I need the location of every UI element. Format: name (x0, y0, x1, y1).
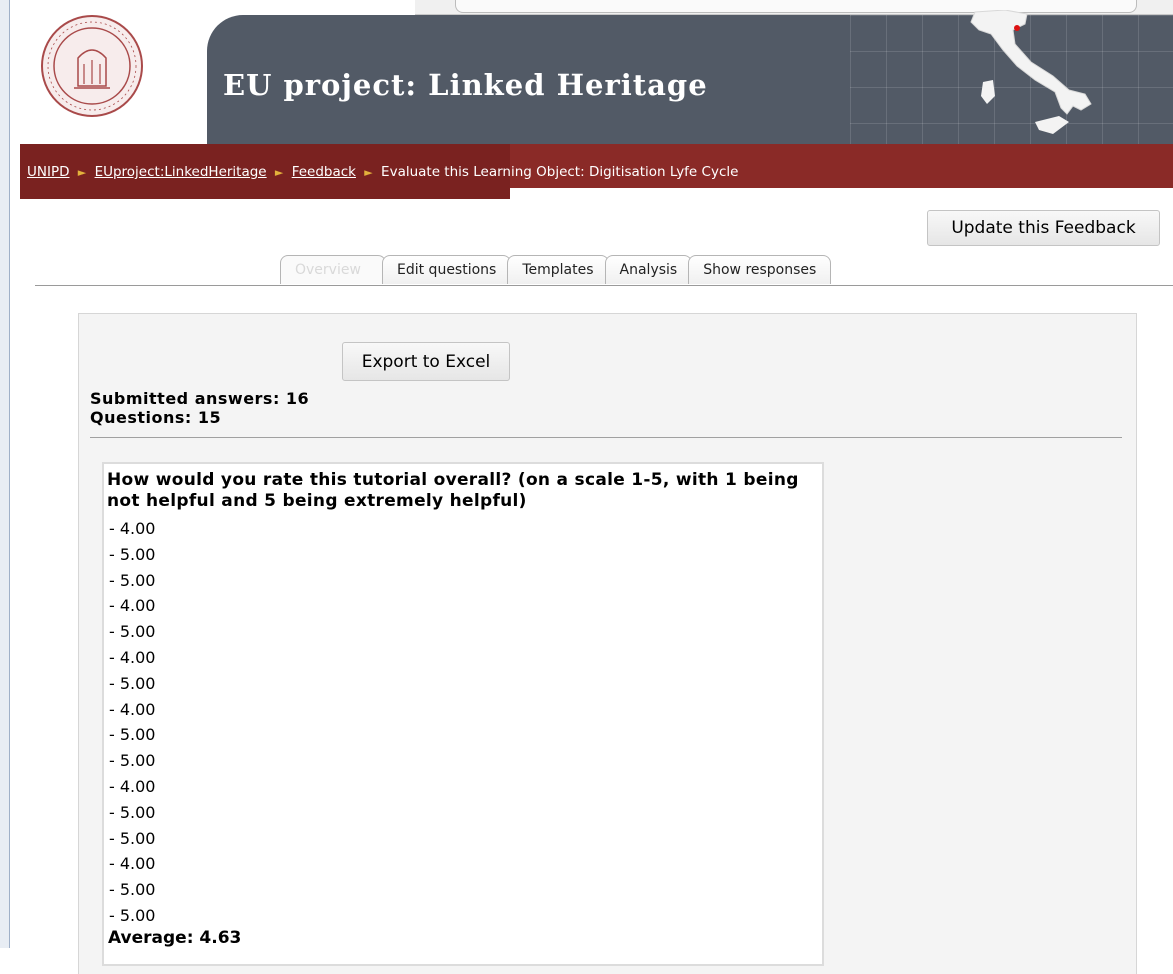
breadcrumb-arrow-icon: ► (274, 166, 284, 179)
breadcrumb-eu-project[interactable]: EUproject:LinkedHeritage (95, 164, 267, 180)
tab-analysis[interactable]: Analysis (604, 255, 693, 284)
answer-item: - 5.00 (109, 544, 156, 564)
answer-item: - 4.00 (109, 647, 156, 667)
answer-item: - 4.00 (109, 596, 156, 616)
answer-list: - 4.00 - 5.00 - 5.00 - 4.00 - 5.00 - 4.0… (109, 516, 155, 929)
submitted-answers-count: Submitted answers: 16 (90, 389, 310, 408)
answer-item: - 5.00 (109, 828, 156, 848)
site-title: EU project: Linked Heritage (223, 68, 708, 102)
breadcrumb-current: Evaluate this Learning Object: Digitisat… (381, 164, 739, 180)
answer-item: - 4.00 (109, 776, 156, 796)
answer-item: - 5.00 (109, 905, 156, 925)
tab-templates[interactable]: Templates (507, 255, 609, 284)
breadcrumb-feedback[interactable]: Feedback (292, 164, 356, 180)
update-feedback-button[interactable]: Update this Feedback (927, 210, 1160, 246)
italy-map-icon (970, 10, 1092, 134)
answer-item: - 5.00 (109, 673, 156, 693)
answer-item: - 4.00 (109, 854, 156, 874)
questions-count: Questions: 15 (90, 408, 222, 427)
answer-item: - 5.00 (109, 880, 156, 900)
tab-overview[interactable]: Overview (280, 255, 386, 284)
window-left-edge (0, 0, 10, 948)
tab-bar: Overview Edit questions Templates Analys… (280, 255, 832, 285)
question-text: How would you rate this tutorial overall… (107, 470, 799, 511)
summary-stats: Submitted answers: 16 Questions: 15 (90, 389, 309, 427)
breadcrumb: UNIPD ► EUproject:LinkedHeritage ► Feedb… (27, 164, 738, 180)
answer-item: - 5.00 (109, 751, 156, 771)
university-seal-logo (41, 15, 143, 117)
question-result-box (102, 462, 824, 966)
tabs-baseline (35, 285, 1173, 286)
answer-item: - 4.00 (109, 699, 156, 719)
answer-item: - 5.00 (109, 622, 156, 642)
tab-edit-questions[interactable]: Edit questions (382, 255, 512, 284)
breadcrumb-arrow-icon: ► (364, 166, 373, 179)
answer-item: - 5.00 (109, 802, 156, 822)
answer-item: - 5.00 (109, 570, 156, 590)
divider (90, 437, 1122, 438)
answer-item: - 4.00 (109, 519, 156, 538)
tab-show-responses[interactable]: Show responses (688, 255, 832, 284)
export-excel-button[interactable]: Export to Excel (342, 342, 510, 381)
answer-item: - 5.00 (109, 725, 156, 745)
average-value: Average: 4.63 (108, 928, 242, 948)
breadcrumb-arrow-icon: ► (77, 166, 87, 179)
breadcrumb-unipd[interactable]: UNIPD (27, 164, 70, 180)
